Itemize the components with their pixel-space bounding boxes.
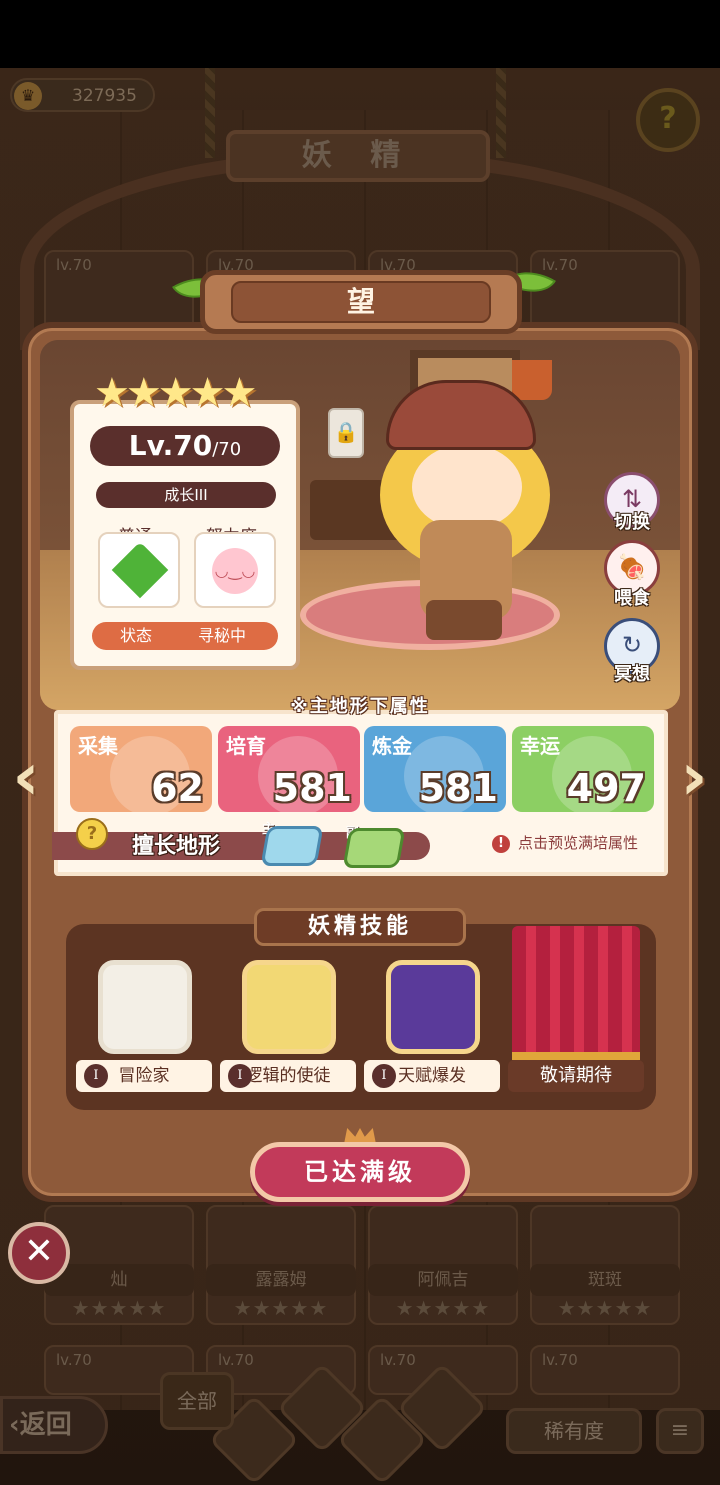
card-name: 灿	[44, 1264, 194, 1296]
stat-label: 培育	[226, 734, 266, 758]
card-name: 斑斑	[530, 1264, 680, 1296]
card-stars: ★★★★★	[395, 1296, 491, 1320]
talent-burst-skill-icon[interactable]	[386, 960, 480, 1054]
stat-label: 炼金	[372, 734, 412, 758]
skill-tier-badge: I	[84, 1064, 108, 1088]
back-button[interactable]: ‹返回	[0, 1396, 108, 1454]
switch-label: 切换	[614, 512, 650, 533]
plant-pot	[512, 360, 552, 400]
level-max: /70	[212, 439, 242, 460]
lock-icon[interactable]: 🔒	[328, 408, 364, 458]
egg-terrain-icon[interactable]	[260, 826, 324, 866]
terrain-help-icon[interactable]: ?	[76, 818, 108, 850]
level-value: Lv.70	[128, 429, 213, 462]
meditate-label: 冥想	[614, 664, 650, 685]
preview-hint-text: 点击预览满培属性	[518, 834, 639, 852]
stat-value: 581	[418, 766, 498, 810]
stat-value: 581	[272, 766, 352, 810]
rope-right	[496, 68, 506, 158]
back-label: 返回	[19, 1410, 72, 1440]
card-level: lv.70	[542, 1351, 578, 1369]
fairy-legs	[426, 600, 502, 640]
crown-coin-icon: ♛	[14, 82, 42, 110]
skills-title: 妖精技能	[254, 908, 466, 946]
star-rating: ★★★★★	[94, 370, 257, 416]
status-label: 状态	[120, 626, 153, 645]
stat-value: 497	[566, 766, 646, 810]
terrain-label: 擅长地形	[132, 834, 221, 859]
stat-label: 采集	[78, 734, 118, 758]
sort-icon[interactable]: ≡	[656, 1408, 704, 1454]
card-stars: ★★★★★	[557, 1296, 653, 1320]
card-level: lv.70	[56, 256, 92, 274]
back-chevron-icon: ‹	[9, 1410, 20, 1440]
sprout-terrain-icon[interactable]	[342, 828, 406, 868]
skill-tier-badge: I	[228, 1064, 252, 1088]
skill-tier-badge: I	[372, 1064, 396, 1088]
card-name: 露露姆	[206, 1264, 356, 1296]
growth-stage: 成长III	[96, 482, 276, 508]
card-level: lv.70	[380, 1351, 416, 1369]
card-stars: ★★★★★	[233, 1296, 329, 1320]
stat-label: 幸运	[520, 734, 560, 758]
rope-left	[205, 68, 215, 158]
level-display: Lv.70/70	[90, 426, 280, 466]
status-value: 寻秘中	[198, 626, 247, 645]
mood-box[interactable]	[98, 532, 180, 608]
max-level-button[interactable]: 已达满级	[250, 1142, 470, 1202]
clock-skill-icon[interactable]	[242, 960, 336, 1054]
bg-fairy-card[interactable]: lv.70	[530, 1345, 680, 1395]
next-arrow-icon[interactable]: ›	[674, 742, 714, 818]
stats-title: ※主地形下属性	[290, 696, 430, 717]
stat-value: 62	[151, 766, 204, 810]
close-icon[interactable]: ✕	[8, 1222, 70, 1284]
feed-label: 喂食	[614, 588, 650, 609]
coin-value: 327935	[72, 86, 137, 106]
coin-counter: ♛ 327935	[10, 78, 155, 112]
prev-arrow-icon[interactable]: ‹	[6, 742, 46, 818]
blush-face-icon: ◡‿◡	[212, 548, 258, 594]
filter-all-button[interactable]: 全部	[160, 1372, 234, 1430]
status-bar-area	[0, 0, 720, 68]
page-title: 妖 精	[226, 130, 490, 182]
card-name: 阿佩吉	[368, 1264, 518, 1296]
stat-alchemy: 炼金 581	[364, 726, 506, 812]
effort-box[interactable]: ◡‿◡	[194, 532, 276, 608]
card-level: lv.70	[218, 1351, 254, 1369]
adventurer-skill-icon[interactable]	[98, 960, 192, 1054]
coming-soon-label: 敬请期待	[508, 1060, 644, 1092]
fairy-face	[412, 444, 522, 530]
help-button[interactable]: ?	[636, 88, 700, 152]
rarity-sort-button[interactable]: 稀有度	[506, 1408, 642, 1454]
card-level: lv.70	[56, 1351, 92, 1369]
stat-luck: 幸运 497	[512, 726, 654, 812]
stat-gather: 采集 62	[70, 726, 212, 812]
heart-icon	[111, 541, 169, 599]
preview-full-stats-link[interactable]: ! 点击预览满培属性	[492, 832, 638, 853]
stat-nurture: 培育 581	[218, 726, 360, 812]
status-bar: 状态 寻秘中	[92, 622, 278, 650]
card-stars: ★★★★★	[71, 1296, 167, 1320]
name-plate: 望	[200, 270, 522, 334]
card-level: lv.70	[542, 256, 578, 274]
curtain-icon	[512, 926, 640, 1060]
warning-icon: !	[492, 834, 510, 853]
fairy-name: 望	[231, 281, 491, 323]
